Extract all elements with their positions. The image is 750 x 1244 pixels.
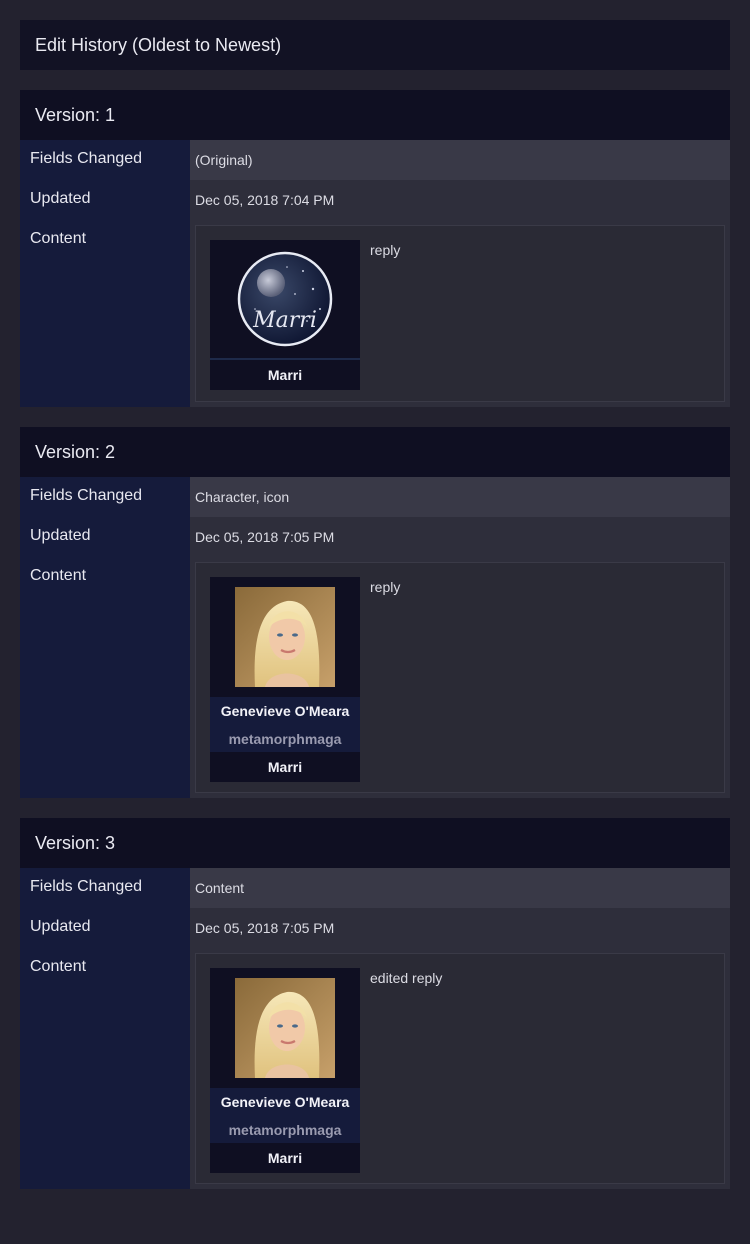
content-row: Content xyxy=(20,220,730,407)
version-title: Version: 3 xyxy=(20,818,730,868)
post-username[interactable]: Marri xyxy=(210,1143,360,1173)
updated-label: Updated xyxy=(20,180,190,220)
fields-changed-row: Fields Changed Character, icon xyxy=(20,477,730,517)
post-content: reply xyxy=(370,242,401,258)
post-info: Genevieve O'Meara metamorphmaga Marri xyxy=(210,968,360,1173)
fields-changed-value: Character, icon xyxy=(190,477,730,517)
post-info: Genevieve O'Meara metamorphmaga Marri xyxy=(210,577,360,782)
post-content: reply xyxy=(370,579,401,595)
post-icon[interactable]: Marri xyxy=(210,240,360,360)
moon-avatar-icon: Marri xyxy=(237,251,333,347)
edit-history-page: Edit History (Oldest to Newest) Version:… xyxy=(0,0,750,1189)
post-box: Marri Marri reply xyxy=(195,225,725,402)
content-row: Content xyxy=(20,557,730,798)
content-value: Marri Marri reply xyxy=(190,220,730,407)
content-value: Genevieve O'Meara metamorphmaga Marri re… xyxy=(190,557,730,798)
fields-changed-value: (Original) xyxy=(190,140,730,180)
post-username[interactable]: Marri xyxy=(210,752,360,782)
version-title: Version: 2 xyxy=(20,427,730,477)
updated-row: Updated Dec 05, 2018 7:05 PM xyxy=(20,517,730,557)
updated-label: Updated xyxy=(20,517,190,557)
updated-row: Updated Dec 05, 2018 7:04 PM xyxy=(20,180,730,220)
fields-changed-label: Fields Changed xyxy=(20,477,190,517)
post-icon[interactable] xyxy=(210,968,360,1088)
page-title: Edit History (Oldest to Newest) xyxy=(20,20,730,70)
updated-value: Dec 05, 2018 7:05 PM xyxy=(190,908,730,948)
post-icon[interactable] xyxy=(210,577,360,697)
version-block-2: Version: 2 Fields Changed Character, ico… xyxy=(20,427,730,798)
fields-changed-row: Fields Changed (Original) xyxy=(20,140,730,180)
updated-label: Updated xyxy=(20,908,190,948)
character-name[interactable]: Genevieve O'Meara xyxy=(210,1088,360,1116)
character-screenname: metamorphmaga xyxy=(210,1116,360,1143)
portrait-avatar-icon xyxy=(235,978,335,1078)
content-label: Content xyxy=(20,220,190,407)
character-screenname: metamorphmaga xyxy=(210,725,360,752)
portrait-avatar-icon xyxy=(235,587,335,687)
version-block-1: Version: 1 Fields Changed (Original) Upd… xyxy=(20,90,730,407)
content-label: Content xyxy=(20,557,190,798)
content-row: Content xyxy=(20,948,730,1189)
post-content: edited reply xyxy=(370,970,443,986)
content-value: Genevieve O'Meara metamorphmaga Marri ed… xyxy=(190,948,730,1189)
fields-changed-value: Content xyxy=(190,868,730,908)
version-title: Version: 1 xyxy=(20,90,730,140)
post-box: Genevieve O'Meara metamorphmaga Marri ed… xyxy=(195,953,725,1184)
character-name[interactable]: Genevieve O'Meara xyxy=(210,697,360,725)
version-block-3: Version: 3 Fields Changed Content Update… xyxy=(20,818,730,1189)
updated-value: Dec 05, 2018 7:05 PM xyxy=(190,517,730,557)
post-box: Genevieve O'Meara metamorphmaga Marri re… xyxy=(195,562,725,793)
updated-value: Dec 05, 2018 7:04 PM xyxy=(190,180,730,220)
fields-changed-row: Fields Changed Content xyxy=(20,868,730,908)
svg-text:Marri: Marri xyxy=(252,308,317,333)
post-username[interactable]: Marri xyxy=(210,360,360,390)
fields-changed-label: Fields Changed xyxy=(20,140,190,180)
post-info: Marri Marri xyxy=(210,240,360,391)
updated-row: Updated Dec 05, 2018 7:05 PM xyxy=(20,908,730,948)
content-label: Content xyxy=(20,948,190,1189)
fields-changed-label: Fields Changed xyxy=(20,868,190,908)
